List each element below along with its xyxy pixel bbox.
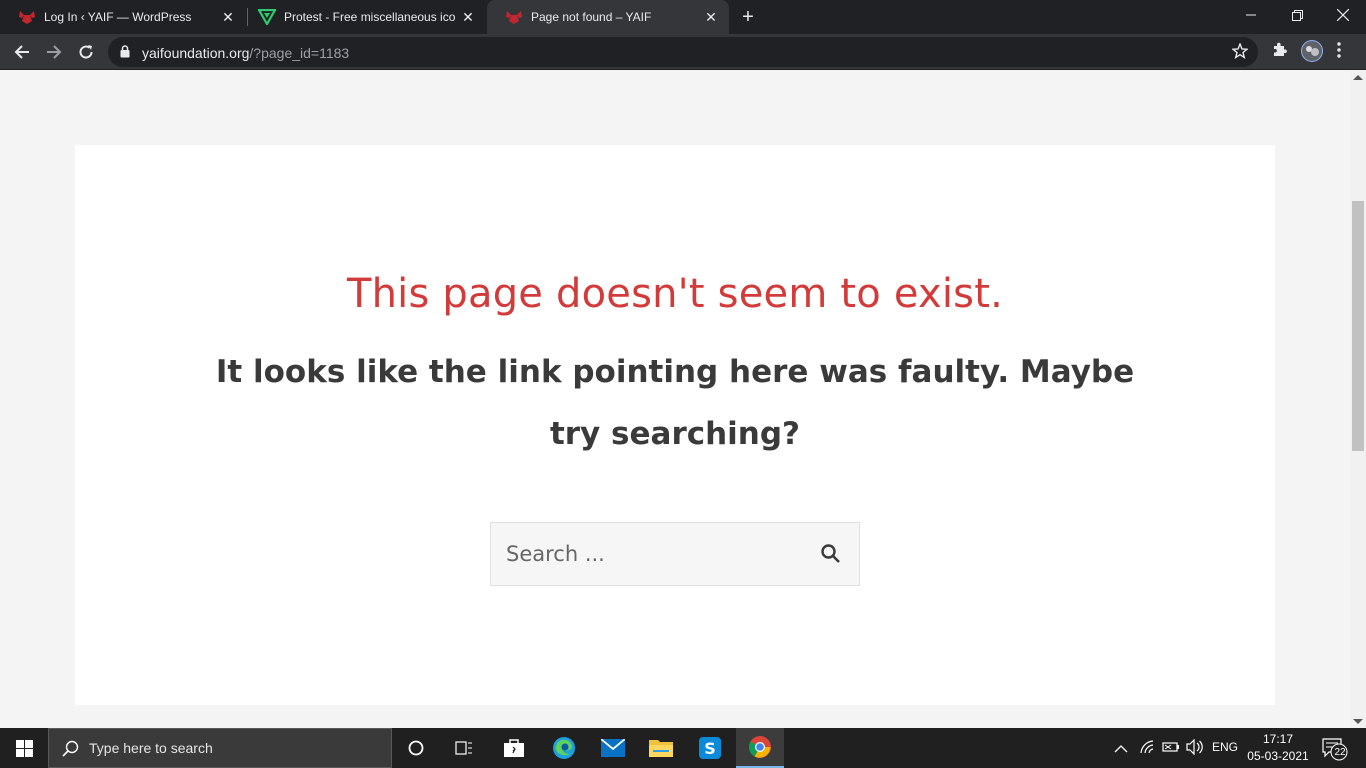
back-button[interactable] [8,38,36,66]
forward-button[interactable] [40,38,68,66]
clock-date: 05-03-2021 [1247,749,1309,763]
tab-title: Page not found – YAIF [531,10,652,24]
close-icon[interactable]: ✕ [703,9,719,25]
tab-title: Log In ‹ YAIF — WordPress [44,10,192,24]
more-menu-icon[interactable] [1337,42,1341,63]
url-path: /?page_id=1183 [249,45,350,61]
taskbar-search-placeholder: Type here to search [89,740,213,756]
profile-avatar[interactable] [1301,40,1323,67]
skype-icon[interactable]: S [686,728,734,768]
extensions-puzzle-icon[interactable] [1271,41,1288,63]
restore-button[interactable] [1274,0,1320,30]
lock-icon[interactable] [120,45,130,63]
file-explorer-icon[interactable] [637,728,685,768]
tab-title: Protest - Free miscellaneous icon [284,10,456,24]
close-icon[interactable]: ✕ [220,9,236,25]
scroll-down-arrow-icon[interactable] [1353,719,1363,724]
search-input[interactable] [491,523,801,585]
edge-icon[interactable] [540,728,588,768]
reload-icon [79,45,93,59]
page-title: This page doesn't seem to exist. [346,271,1004,317]
scroll-up-arrow-icon[interactable] [1353,75,1363,80]
bookmark-star-icon[interactable] [1231,42,1249,64]
chrome-icon[interactable] [736,728,784,768]
tab-page-not-found[interactable]: Page not found – YAIF ✕ [487,0,729,34]
clock-time: 17:17 [1262,732,1294,746]
wifi-icon[interactable] [1140,740,1156,759]
browser-titlebar: Log In ‹ YAIF — WordPress ✕ Protest - Fr… [0,0,1366,34]
arrow-right-icon [47,45,62,59]
volume-icon[interactable] [1186,738,1204,760]
scroll-thumb[interactable] [1352,201,1364,451]
chevron-up-icon[interactable] [1114,741,1128,759]
search-form [490,522,860,586]
start-button[interactable] [0,728,48,768]
mail-icon[interactable] [589,728,637,768]
browser-toolbar: yaifoundation.org/?page_id=1183 [0,34,1366,70]
minimize-button[interactable] [1228,0,1274,30]
tab-protest-icon[interactable]: Protest - Free miscellaneous icon ✕ [248,0,486,34]
svg-text:S: S [704,739,716,758]
close-window-button[interactable] [1320,0,1366,30]
tab-wordpress-login[interactable]: Log In ‹ YAIF — WordPress ✕ [0,0,246,34]
url-text[interactable]: yaifoundation.org/?page_id=1183 [142,45,349,61]
windows-logo-icon [15,739,33,757]
yaif-logo-icon [18,8,36,26]
arrow-left-icon [14,45,29,59]
url-host: yaifoundation.org [142,45,250,61]
battery-icon[interactable] [1162,740,1180,759]
notification-center-icon[interactable]: 22 [1322,737,1348,766]
new-tab-button[interactable]: + [738,7,758,27]
content-card: This page doesn't seem to exist. It look… [75,145,1275,705]
search-button[interactable] [819,542,843,566]
cortana-icon[interactable] [392,728,440,768]
page-viewport: This page doesn't seem to exist. It look… [0,71,1350,728]
page-subtitle: It looks like the link pointing here was… [215,354,1135,452]
task-view-icon[interactable] [440,728,488,768]
clock[interactable]: 17:17 05-03-2021 [1240,731,1316,765]
store-icon[interactable] [490,728,538,768]
notification-count: 22 [1334,747,1346,758]
green-v-icon [258,8,276,26]
close-icon[interactable]: ✕ [460,9,476,25]
reload-button[interactable] [72,38,100,66]
language-indicator[interactable]: ENG [1212,740,1238,754]
search-icon [62,740,79,757]
page-scrollbar[interactable] [1350,71,1366,728]
taskbar-search-box[interactable]: Type here to search [48,728,392,768]
address-bar[interactable]: yaifoundation.org/?page_id=1183 [108,37,1258,67]
windows-taskbar: Type here to search S ENG 17:17 05-03-20… [0,728,1366,768]
yaif-logo-icon [505,8,523,26]
search-icon [821,544,840,563]
